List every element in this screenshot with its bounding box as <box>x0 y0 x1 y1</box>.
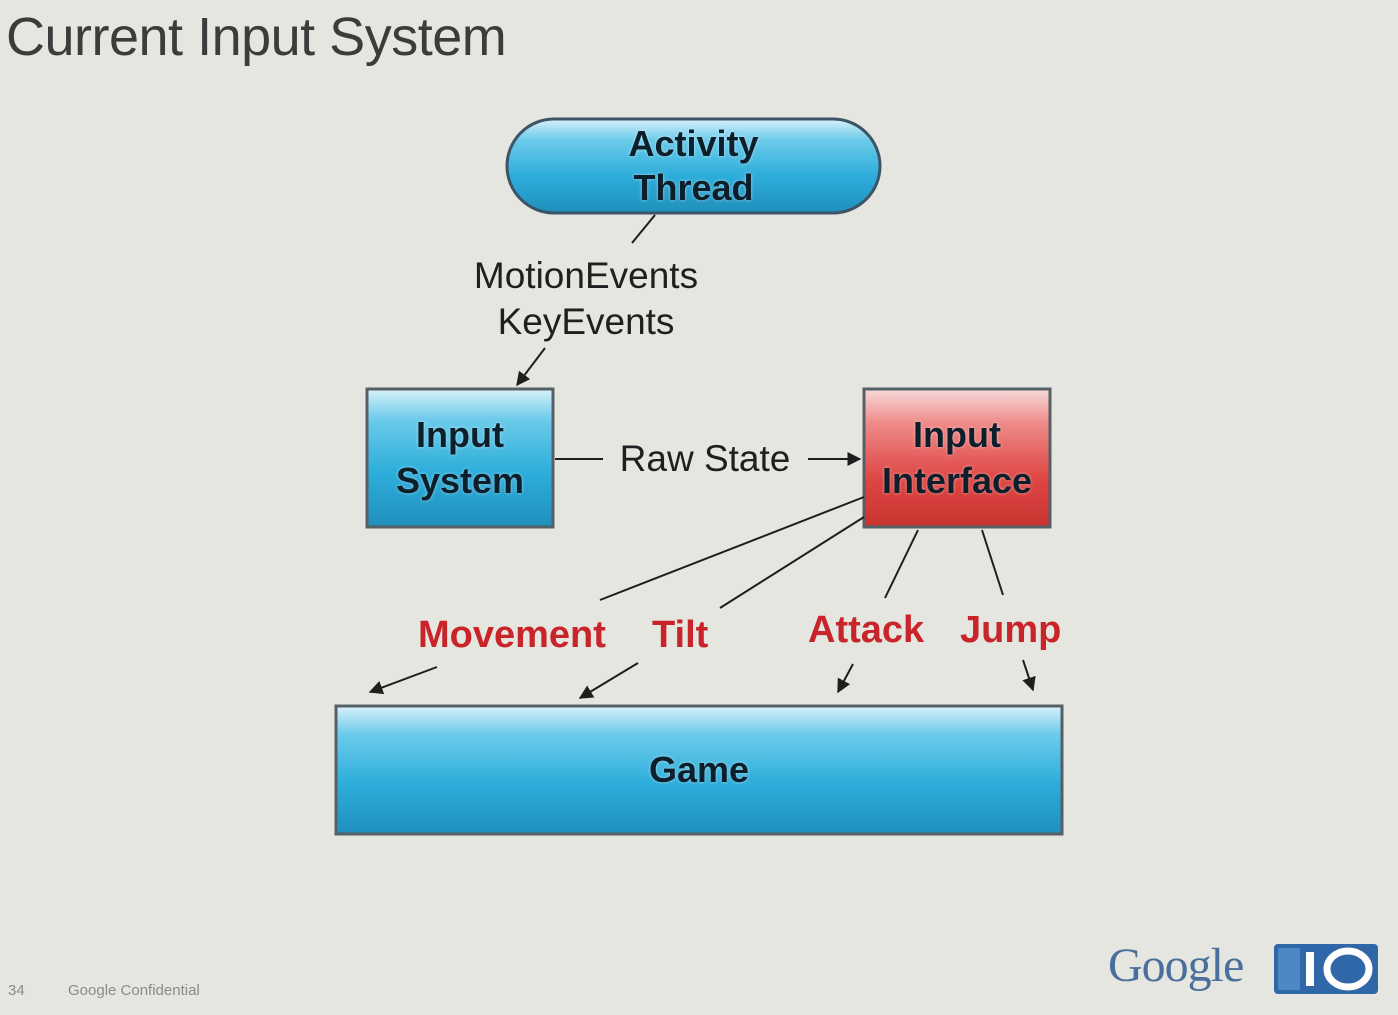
interface-to-tilt-line <box>719 516 865 609</box>
interface-to-movement-line <box>599 496 865 601</box>
game-label: Game <box>648 749 750 790</box>
key-events-label: KeyEvents <box>497 301 675 342</box>
movement-label: Movement <box>418 614 606 656</box>
input-system-label: Input System <box>395 414 525 501</box>
tilt-label: Tilt <box>652 614 709 656</box>
attack-to-game-arrow <box>837 663 854 694</box>
interface-to-jump-line <box>981 529 1004 596</box>
google-logo-text: Google <box>1108 939 1244 992</box>
motion-events-label: MotionEvents <box>473 255 699 296</box>
input-interface-label: Input Interface <box>881 414 1033 501</box>
tilt-to-game-arrow <box>578 662 639 699</box>
raw-state-label: Raw State <box>619 438 791 479</box>
attack-label: Attack <box>808 609 925 651</box>
jump-to-game-arrow <box>1022 659 1036 692</box>
jump-label: Jump <box>960 609 1062 651</box>
page-number: 34 <box>8 982 25 999</box>
activity-to-events-line <box>631 214 656 244</box>
movement-to-game-arrow <box>368 666 438 695</box>
google-io-logo-icon <box>1274 944 1378 994</box>
activity-thread-label: Activity Thread <box>628 123 759 208</box>
confidential-label: Google Confidential <box>68 982 200 999</box>
events-to-input-system-arrow <box>516 347 546 387</box>
interface-to-attack-line <box>884 529 919 599</box>
